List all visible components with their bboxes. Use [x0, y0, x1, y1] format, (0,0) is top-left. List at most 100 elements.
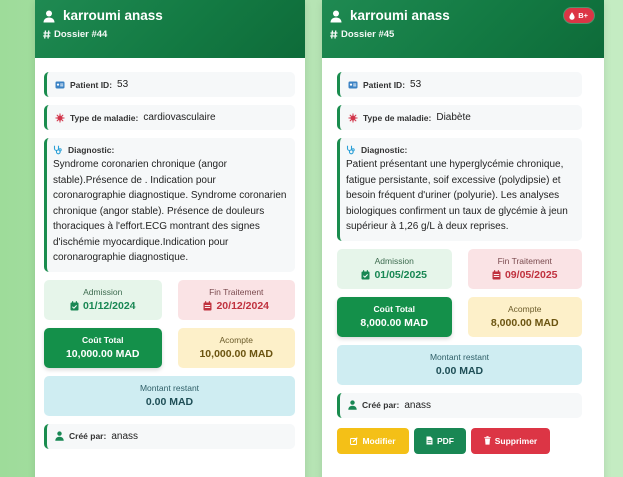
card-body: Patient ID: 53 Type de maladie: cardiova…: [35, 58, 305, 449]
montant-restant-tile: Montant restant 0.00 MAD: [337, 344, 582, 385]
diagnostic-text: Syndrome coronarien chronique (angor sta…: [53, 159, 287, 263]
cree-par-label: Créé par:: [362, 400, 400, 410]
patient-id-value: 53: [117, 79, 129, 90]
patient-id-box: Patient ID: 53: [337, 72, 582, 97]
supprimer-button[interactable]: Supprimer: [471, 427, 550, 454]
card-actions: Modifier PDF Supprimer: [337, 427, 582, 454]
fin-traitement-tile: Fin Traitement 09/05/2025: [467, 248, 582, 289]
acompte-value: 10,000.00 MAD: [199, 348, 274, 360]
supprimer-label: Supprimer: [494, 435, 538, 446]
fin-traitement-date: 20/12/2024: [216, 300, 270, 312]
admission-value-row: 01/12/2024: [70, 300, 136, 312]
admission-label: Admission: [83, 287, 123, 297]
diagnostic-box: Diagnostic: Syndrome coronarien chroniqu…: [44, 138, 295, 272]
fin-traitement-label: Fin Traitement: [497, 256, 552, 266]
admission-date: 01/12/2024: [82, 300, 136, 312]
blood-group: B+: [578, 11, 588, 20]
diagnostic-head: Diagnostic:: [53, 145, 287, 155]
pdf-button[interactable]: PDF: [414, 427, 466, 454]
patient-id-label: Patient ID:: [363, 79, 406, 90]
patient-id-box: Patient ID: 53: [44, 72, 295, 97]
maladie-box: Type de maladie: Diabète: [337, 105, 582, 130]
patient-name-row: karroumi anass: [330, 7, 595, 25]
dossier-number: Dossier #44: [54, 29, 108, 40]
diagnostic-head: Diagnostic:: [346, 145, 574, 155]
cout-total-tile: Coût Total 10,000.00 MAD: [44, 327, 162, 368]
hash-icon: [43, 30, 51, 39]
pdf-label: PDF: [437, 435, 454, 446]
stethoscope-icon: [53, 145, 63, 155]
amounts-row: Coût Total 10,000.00 MAD Acompte 10,000.…: [44, 327, 295, 368]
montant-restant-tile: Montant restant 0.00 MAD: [44, 375, 295, 416]
stethoscope-icon: [346, 145, 356, 155]
cout-total-tile: Coût Total 8,000.00 MAD: [337, 296, 452, 337]
dossier-number: Dossier #45: [341, 29, 395, 40]
card-header: karroumi anass Dossier #45 B+: [322, 0, 604, 58]
fin-traitement-label: Fin Traitement: [209, 287, 264, 297]
trash-icon: [484, 436, 491, 445]
id-card-icon: [55, 81, 65, 89]
cout-total-value: 10,000.00 MAD: [65, 348, 140, 360]
fin-traitement-tile: Fin Traitement 20/12/2024: [177, 279, 295, 320]
edit-icon: [350, 436, 359, 445]
admission-value-row: 01/05/2025: [361, 269, 427, 281]
maladie-box: Type de maladie: cardiovasculaire: [44, 105, 295, 130]
modifier-button[interactable]: Modifier: [337, 427, 409, 454]
montant-restant-value: 0.00 MAD: [435, 365, 484, 377]
patient-name: karroumi anass: [63, 8, 163, 23]
admission-tile: Admission 01/12/2024: [44, 279, 162, 320]
montant-restant-value: 0.00 MAD: [145, 396, 194, 408]
hash-icon: [330, 30, 338, 39]
calendar-check-icon: [361, 270, 370, 280]
montant-restant-label: Montant restant: [429, 352, 490, 362]
admission-tile: Admission 01/05/2025: [337, 248, 452, 289]
cout-total-label: Coût Total: [82, 335, 124, 345]
user-icon: [330, 10, 342, 23]
modifier-label: Modifier: [362, 435, 396, 446]
maladie-value: Diabète: [436, 112, 471, 123]
maladie-label: Type de maladie:: [363, 112, 432, 123]
user-tie-icon: [55, 431, 64, 441]
cout-total-value: 8,000.00 MAD: [360, 317, 429, 329]
fin-traitement-date: 09/05/2025: [504, 269, 558, 281]
calendar-x-icon: [492, 270, 501, 280]
patient-name: karroumi anass: [350, 8, 450, 23]
dossier-number-row: Dossier #44: [43, 29, 296, 40]
amounts-row: Coût Total 8,000.00 MAD Acompte 8,000.00…: [337, 296, 582, 337]
diagnostic-text: Patient présentant une hyperglycémie chr…: [346, 159, 568, 232]
dates-row: Admission 01/05/2025 Fin Traitement 09/0…: [337, 248, 582, 289]
admission-label: Admission: [374, 256, 414, 266]
fin-traitement-value-row: 09/05/2025: [492, 269, 558, 281]
card-body: Patient ID: 53 Type de maladie: Diabète …: [322, 58, 604, 454]
acompte-label: Acompte: [219, 335, 254, 345]
virus-icon: [348, 113, 358, 123]
fin-traitement-value-row: 20/12/2024: [203, 300, 269, 312]
file-pdf-icon: [426, 436, 433, 445]
montant-restant-label: Montant restant: [139, 383, 200, 393]
diagnostic-label: Diagnostic:: [68, 145, 115, 155]
dossier-number-row: Dossier #45: [330, 29, 595, 40]
patient-name-row: karroumi anass: [43, 7, 296, 25]
id-card-icon: [348, 81, 358, 89]
maladie-label: Type de maladie:: [70, 112, 139, 123]
acompte-label: Acompte: [507, 304, 542, 314]
blood-group-badge: B+: [564, 8, 594, 23]
diagnostic-box: Diagnostic: Patient présentant une hyper…: [337, 138, 582, 241]
user-icon: [43, 10, 55, 23]
cout-total-label: Coût Total: [373, 304, 415, 314]
maladie-value: cardiovasculaire: [143, 112, 216, 123]
cree-par-value: anass: [111, 430, 139, 442]
acompte-tile: Acompte 8,000.00 MAD: [467, 296, 582, 337]
virus-icon: [55, 113, 65, 123]
diagnostic-label: Diagnostic:: [361, 145, 408, 155]
calendar-check-icon: [70, 301, 79, 311]
dates-row: Admission 01/12/2024 Fin Traitement 20/1…: [44, 279, 295, 320]
patient-id-label: Patient ID:: [70, 79, 113, 90]
patient-id-value: 53: [410, 79, 422, 90]
card-header: karroumi anass Dossier #44: [35, 0, 305, 58]
cree-par-box: Créé par: anass: [44, 423, 295, 449]
acompte-tile: Acompte 10,000.00 MAD: [177, 327, 295, 368]
dossier-card: karroumi anass Dossier #45 B+ Patient ID…: [322, 0, 604, 477]
user-tie-icon: [348, 400, 357, 410]
admission-date: 01/05/2025: [374, 269, 428, 281]
